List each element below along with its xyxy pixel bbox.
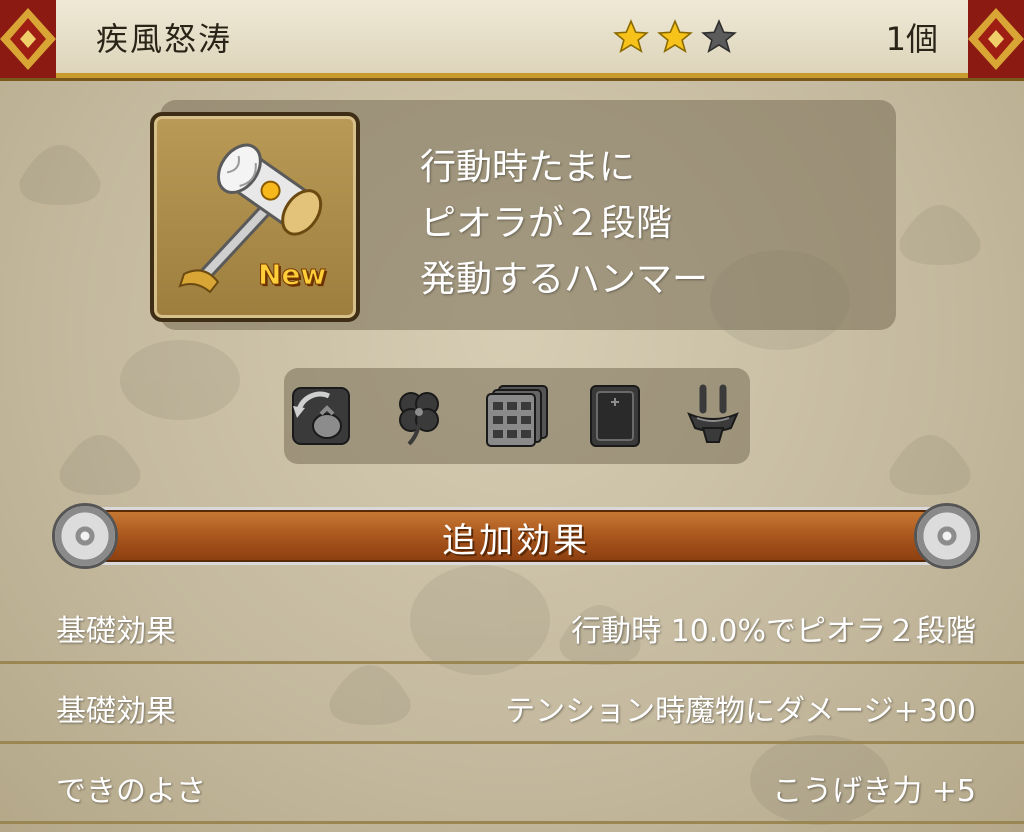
- description-line: 行動時たまに: [420, 147, 635, 188]
- stat-row: 基礎効果 行動時 10.0%でピオラ２段階: [0, 584, 1024, 664]
- attribute-icons: [284, 368, 750, 464]
- stat-row: 基礎効果 テンション時魔物にダメージ+300: [0, 664, 1024, 744]
- stat-label: 基礎効果: [56, 614, 176, 649]
- stat-value: こうげき力 +5: [772, 774, 976, 809]
- stat-label: 基礎効果: [56, 694, 176, 729]
- stat-row: できのよさ こうげき力 +5: [0, 744, 1024, 824]
- attribute-slot[interactable]: [483, 382, 551, 450]
- stat-label: できのよさ: [56, 774, 206, 809]
- section-banner: 追加効果: [52, 503, 980, 569]
- anvil-icon: [687, 384, 739, 443]
- new-badge: New: [257, 258, 327, 292]
- item-description: 行動時たまに ピオラが２段階 発動するハンマー: [420, 140, 708, 308]
- item-name: 疾風怒涛: [96, 20, 233, 58]
- star-empty-icon: [701, 19, 737, 53]
- item-count: 1個: [885, 20, 938, 58]
- stat-value: 行動時 10.0%でピオラ２段階: [571, 614, 976, 649]
- attribute-slot[interactable]: [581, 382, 649, 450]
- ornament-right-icon: [968, 0, 1024, 78]
- item-header: 疾風怒涛 1個: [0, 0, 1024, 78]
- book-icon: [590, 385, 640, 447]
- item-icon-frame[interactable]: New: [150, 112, 360, 322]
- attribute-slot[interactable]: [287, 382, 355, 450]
- star-filled-icon: [613, 19, 649, 53]
- attribute-slot[interactable]: [679, 382, 747, 450]
- ornament-left-icon: [0, 0, 56, 78]
- bag-cycle-icon: [292, 387, 350, 445]
- clover-icon: [399, 392, 439, 446]
- description-line: ピオラが２段階: [420, 203, 673, 244]
- attribute-slot[interactable]: [385, 382, 453, 450]
- section-title: 追加効果: [442, 521, 590, 561]
- stat-list: 基礎効果 行動時 10.0%でピオラ２段階 基礎効果 テンション時魔物にダメージ…: [0, 584, 1024, 824]
- stat-value: テンション時魔物にダメージ+300: [505, 694, 976, 729]
- star-filled-icon: [657, 19, 693, 53]
- description-line: 発動するハンマー: [420, 259, 709, 300]
- rarity-stars: [612, 18, 738, 56]
- cabinet-stack-icon: [486, 385, 548, 447]
